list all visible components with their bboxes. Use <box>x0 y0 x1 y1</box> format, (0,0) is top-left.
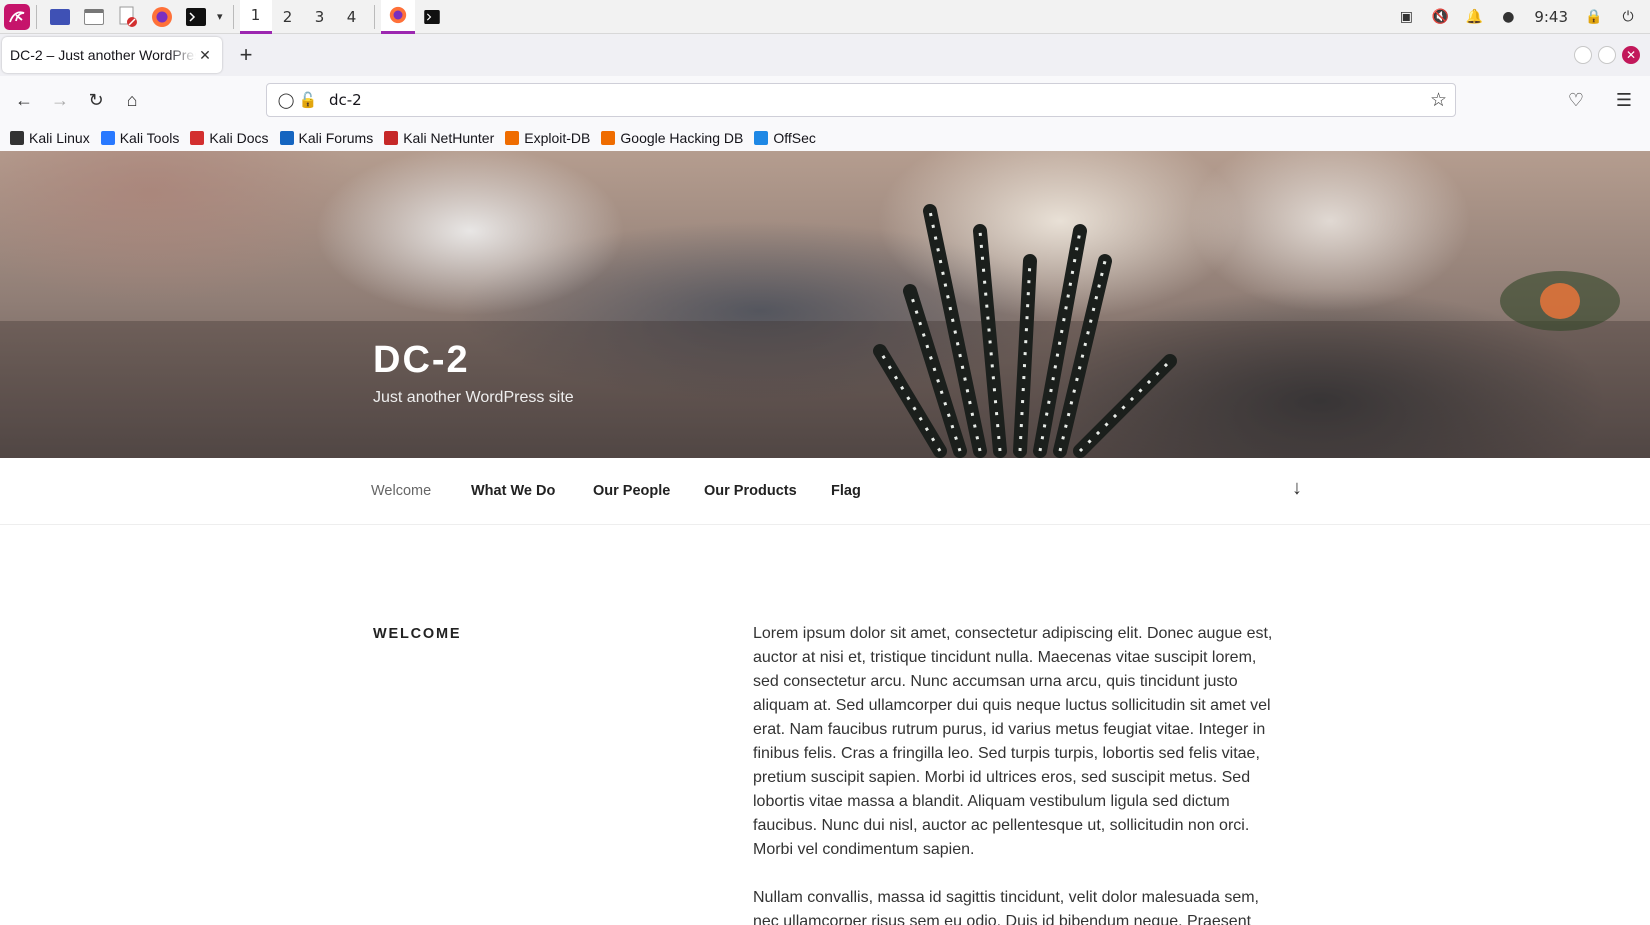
bookmark-kali-forums[interactable]: Kali Forums <box>279 129 374 146</box>
pocket-icon[interactable]: ♡ <box>1558 82 1594 118</box>
primary-menu: Welcome What We Do Our People Our Produc… <box>0 458 1650 525</box>
network-icon[interactable]: ● <box>1500 9 1516 25</box>
desktop-icon[interactable] <box>47 4 73 30</box>
bookmark-label: Kali NetHunter <box>403 129 495 146</box>
workspace-1[interactable]: 1 <box>239 0 272 34</box>
page-content: Lorem ipsum dolor sit amet, consectetur … <box>753 622 1278 925</box>
power-icon[interactable]: ⏻ <box>1620 9 1636 25</box>
clock[interactable]: 9:43 <box>1534 8 1568 26</box>
taskbar-terminal[interactable] <box>415 0 449 34</box>
exploit-db-favicon-icon <box>505 130 520 145</box>
menu-icon[interactable]: ☰ <box>1606 82 1642 118</box>
firefox-launcher-icon[interactable] <box>149 4 175 30</box>
text-editor-icon[interactable] <box>115 4 141 30</box>
workspace-4[interactable]: 4 <box>336 0 368 34</box>
bookmark-label: Kali Forums <box>298 129 374 146</box>
tab-title: DC-2 – Just another WordPress site <box>10 47 196 63</box>
bookmark-kali-tools[interactable]: Kali Tools <box>100 129 180 146</box>
screen-icon[interactable]: ▣ <box>1398 9 1414 25</box>
reload-icon[interactable]: ↻ <box>78 82 114 118</box>
url-text[interactable]: dc-2 <box>329 91 362 109</box>
menu-item-what-we-do[interactable]: What We Do <box>471 483 555 499</box>
bookmark-label: Kali Linux <box>29 129 90 146</box>
top-panel: ▾ 1 2 3 4 ▣ 🔇 🔔 ● 9:43 🔒 ⏻ <box>0 0 1650 34</box>
bookmark-google-hacking-db[interactable]: Google Hacking DB <box>601 130 743 146</box>
forward-icon[interactable]: → <box>42 82 78 118</box>
panel-separator <box>36 4 37 29</box>
tab-strip: DC-2 – Just another WordPress site ✕ + ✕ <box>0 34 1650 76</box>
chevron-down-icon[interactable]: ▾ <box>217 10 223 23</box>
site-tagline: Just another WordPress site <box>373 389 574 406</box>
bookmark-label: Google Hacking DB <box>620 129 744 146</box>
workspace-3[interactable]: 3 <box>304 0 336 34</box>
offsec-favicon-icon <box>754 130 769 145</box>
bookmark-kali-docs[interactable]: Kali Docs <box>190 129 269 146</box>
workspace-2[interactable]: 2 <box>272 0 304 34</box>
kali-docs-favicon-icon <box>190 130 205 145</box>
site-title[interactable]: DC-2 <box>373 339 470 382</box>
bookmark-label: OffSec <box>773 129 816 146</box>
file-manager-icon[interactable] <box>81 4 107 30</box>
notification-bell-icon[interactable]: 🔔 <box>1466 9 1483 25</box>
home-icon[interactable]: ⌂ <box>114 82 150 118</box>
kali-tools-favicon-icon <box>100 130 115 145</box>
maximize-button[interactable] <box>1598 46 1616 64</box>
bookmark-label: Kali Docs <box>209 129 269 146</box>
google-hacking-db-favicon-icon <box>601 130 616 145</box>
lock-icon[interactable]: 🔒 <box>1585 9 1602 25</box>
menu-item-flag[interactable]: Flag <box>831 483 861 499</box>
new-tab-icon[interactable]: + <box>234 42 258 68</box>
header-image: DC-2 Just another WordPress site <box>0 151 1650 458</box>
web-page: DC-2 Just another WordPress site Welcome… <box>0 151 1650 925</box>
browser-tab[interactable]: DC-2 – Just another WordPress site ✕ <box>2 37 222 73</box>
bookmark-star-icon[interactable]: ☆ <box>1430 89 1447 111</box>
back-icon[interactable]: ← <box>6 82 42 118</box>
bookmark-kali-linux[interactable]: Kali Linux <box>10 130 90 146</box>
kali-forums-favicon-icon <box>279 130 294 145</box>
menu-item-welcome[interactable]: Welcome <box>371 483 431 499</box>
bookmark-label: Kali Tools <box>119 129 180 146</box>
kali-menu-icon[interactable] <box>4 3 30 30</box>
content-paragraph: Nullam convallis, massa id sagittis tinc… <box>753 889 1259 925</box>
shield-icon[interactable]: ◯ <box>275 91 297 109</box>
kali-linux-favicon-icon <box>10 130 24 145</box>
content-paragraph: Lorem ipsum dolor sit amet, consectetur … <box>753 625 1273 858</box>
kali-nethunter-favicon-icon <box>384 130 399 145</box>
insecure-lock-icon[interactable]: 🔓 <box>297 91 319 109</box>
close-tab-icon[interactable]: ✕ <box>196 47 214 64</box>
terminal-launcher-icon[interactable] <box>183 4 209 30</box>
scroll-down-arrow-icon[interactable]: ↓ <box>1292 477 1302 500</box>
volume-muted-icon[interactable]: 🔇 <box>1432 9 1449 25</box>
minimize-button[interactable] <box>1574 46 1592 64</box>
bookmark-exploit-db[interactable]: Exploit-DB <box>505 130 590 146</box>
page-title: WELCOME <box>373 626 462 642</box>
url-bar[interactable]: ◯ 🔓 dc-2 ☆ <box>266 83 1456 117</box>
close-window-button[interactable]: ✕ <box>1622 46 1640 64</box>
bookmark-label: Exploit-DB <box>524 129 591 146</box>
menu-item-our-people[interactable]: Our People <box>593 483 670 499</box>
menu-item-our-products[interactable]: Our Products <box>704 483 797 499</box>
bookmark-kali-nethunter[interactable]: Kali NetHunter <box>384 130 494 146</box>
bookmarks-toolbar: Kali Linux Kali Tools Kali Docs Kali For… <box>0 124 1650 151</box>
taskbar-firefox[interactable] <box>380 0 415 34</box>
navigation-toolbar: ← → ↻ ⌂ ◯ 🔓 dc-2 ☆ ♡ ☰ <box>0 76 1650 124</box>
bookmark-offsec[interactable]: OffSec <box>754 130 816 146</box>
panel-separator <box>373 4 375 29</box>
panel-separator <box>232 4 234 29</box>
